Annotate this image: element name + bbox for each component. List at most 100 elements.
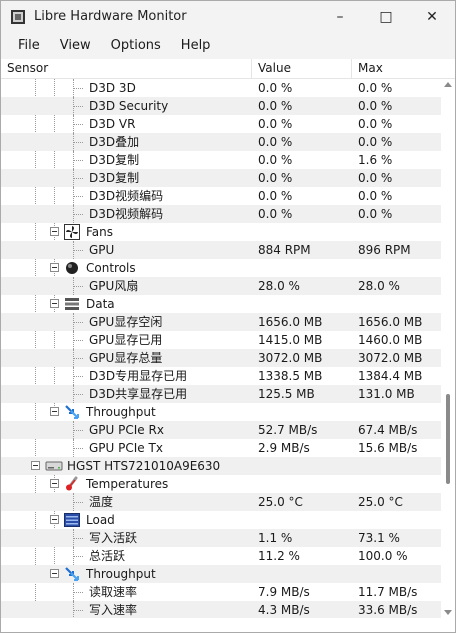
sensor-row[interactable]: GPU 884 RPM 896 RPM (1, 241, 441, 259)
sensor-row[interactable]: D3D专用显存已用 1338.5 MB 1384.4 MB (1, 367, 441, 385)
menu-help[interactable]: Help (171, 35, 221, 56)
sensor-value: 4.3 MB/s (258, 603, 310, 617)
sensor-name: D3D叠加 (89, 135, 140, 149)
sensor-name: D3D专用显存已用 (89, 369, 188, 383)
sensor-value: 0.0 % (258, 171, 293, 185)
sensor-value: 0.0 % (258, 207, 293, 221)
column-header-max[interactable]: Max (352, 59, 441, 78)
tree-guide-line (73, 430, 83, 431)
sensor-name: Throughput (86, 405, 156, 419)
sensor-name: GPU (89, 243, 115, 257)
sensor-row[interactable]: GPU显存空闲 1656.0 MB 1656.0 MB (1, 313, 441, 331)
sensor-name: 读取速率 (89, 585, 138, 599)
sensor-group-row[interactable]: HGST HTS721010A9E630 (1, 457, 441, 475)
hard-drive-icon (45, 458, 63, 474)
vertical-scrollbar[interactable] (441, 79, 455, 618)
sensor-name: D3D Security (89, 99, 169, 113)
sensor-row[interactable]: D3D视频编码 0.0 % 0.0 % (1, 187, 441, 205)
sensor-row[interactable]: GPU风扇 28.0 % 28.0 % (1, 277, 441, 295)
scroll-down-arrow-icon[interactable] (444, 610, 452, 615)
menu-options[interactable]: Options (101, 35, 171, 56)
sensor-max: 0.0 % (358, 99, 393, 113)
sensor-value: 52.7 MB/s (258, 423, 318, 437)
sensor-row[interactable]: 总活跃 11.2 % 100.0 % (1, 547, 441, 565)
sensor-group-row[interactable]: Throughput (1, 565, 441, 583)
collapse-toggle-icon[interactable] (50, 479, 59, 488)
sensor-max: 0.0 % (358, 171, 393, 185)
sensor-max: 131.0 MB (358, 387, 415, 401)
collapse-toggle-icon[interactable] (50, 263, 59, 272)
sensor-row[interactable]: GPU显存总量 3072.0 MB 3072.0 MB (1, 349, 441, 367)
sensor-max: 33.6 MB/s (358, 603, 418, 617)
sensor-name: GPU风扇 (89, 279, 139, 293)
sensor-row[interactable]: GPU PCIe Rx 52.7 MB/s 67.4 MB/s (1, 421, 441, 439)
sensor-value: 25.0 °C (258, 495, 303, 509)
sensor-row[interactable]: 写入活跃 1.1 % 73.1 % (1, 529, 441, 547)
tree-guide-line (73, 160, 83, 161)
sensor-group-row[interactable]: Temperatures (1, 475, 441, 493)
scroll-up-arrow-icon[interactable] (444, 82, 452, 87)
sensor-group-row[interactable]: Controls (1, 259, 441, 277)
sensor-value: 3072.0 MB (258, 351, 323, 365)
sensor-row[interactable]: D3D复制 0.0 % 0.0 % (1, 169, 441, 187)
collapse-toggle-icon[interactable] (31, 461, 40, 470)
tree-guide-line (73, 88, 83, 89)
column-header-sensor[interactable]: Sensor (1, 59, 252, 78)
scrollbar-thumb[interactable] (446, 394, 450, 484)
collapse-toggle-icon[interactable] (50, 227, 59, 236)
sensor-row[interactable]: 写入速率 4.3 MB/s 33.6 MB/s (1, 601, 441, 618)
sensor-max: 25.0 °C (358, 495, 403, 509)
sensor-value: 28.0 % (258, 279, 300, 293)
sensor-group-row[interactable]: Data (1, 295, 441, 313)
app-logo-icon (11, 9, 25, 24)
tree-guide-line (73, 592, 83, 593)
load-bars-icon (64, 512, 80, 528)
sensor-max: 0.0 % (358, 207, 393, 221)
menu-view[interactable]: View (50, 35, 101, 56)
tree-guide-line (73, 214, 83, 215)
thermometer-icon (64, 476, 80, 492)
column-header-value[interactable]: Value (252, 59, 352, 78)
collapse-toggle-icon[interactable] (50, 515, 59, 524)
sensor-max: 11.7 MB/s (358, 585, 418, 599)
sensor-row[interactable]: D3D 3D 0.0 % 0.0 % (1, 79, 441, 97)
minimize-button[interactable]: – (317, 1, 363, 32)
collapse-toggle-icon[interactable] (50, 407, 59, 416)
sensor-max: 73.1 % (358, 531, 400, 545)
sensor-row[interactable]: GPU显存已用 1415.0 MB 1460.0 MB (1, 331, 441, 349)
close-button[interactable]: ✕ (409, 1, 455, 32)
sensor-name: GPU显存已用 (89, 333, 163, 347)
tree-guide-line (73, 556, 83, 557)
sensor-row[interactable]: D3D VR 0.0 % 0.0 % (1, 115, 441, 133)
sensor-value: 884 RPM (258, 243, 311, 257)
sensor-max: 67.4 MB/s (358, 423, 418, 437)
sensor-row[interactable]: 读取速率 7.9 MB/s 11.7 MB/s (1, 583, 441, 601)
tree-guide-line (73, 286, 83, 287)
collapse-toggle-icon[interactable] (50, 299, 59, 308)
collapse-toggle-icon[interactable] (50, 569, 59, 578)
sensor-row[interactable]: D3D叠加 0.0 % 0.0 % (1, 133, 441, 151)
sensor-row[interactable]: D3D视频解码 0.0 % 0.0 % (1, 205, 441, 223)
tree-guide-line (73, 106, 83, 107)
sensor-group-row[interactable]: Throughput (1, 403, 441, 421)
sensor-row[interactable]: D3D复制 0.0 % 1.6 % (1, 151, 441, 169)
sensor-row[interactable]: D3D共享显存已用 125.5 MB 131.0 MB (1, 385, 441, 403)
sensor-row[interactable]: 温度 25.0 °C 25.0 °C (1, 493, 441, 511)
sensor-value: 1656.0 MB (258, 315, 323, 329)
sensor-name: 总活跃 (89, 549, 126, 563)
sensor-value: 0.0 % (258, 153, 293, 167)
sensor-group-row[interactable]: Load (1, 511, 441, 529)
sensor-name: Load (86, 513, 115, 527)
title-bar: Libre Hardware Monitor – □ ✕ (1, 1, 455, 32)
sensor-max: 28.0 % (358, 279, 400, 293)
sensor-name: GPU显存空闲 (89, 315, 163, 329)
sensor-row[interactable]: D3D Security 0.0 % 0.0 % (1, 97, 441, 115)
menu-file[interactable]: File (8, 35, 50, 56)
sensor-group-row[interactable]: Fans (1, 223, 441, 241)
sensor-value: 11.2 % (258, 549, 300, 563)
sensor-name: GPU显存总量 (89, 351, 163, 365)
sensor-row[interactable]: GPU PCIe Tx 2.9 MB/s 15.6 MB/s (1, 439, 441, 457)
sensor-name: Data (86, 297, 115, 311)
maximize-button[interactable]: □ (363, 1, 409, 32)
sensor-tree-grid: Sensor Value Max D3D 3D 0.0 % 0.0 % D3D Sec… (1, 59, 455, 618)
